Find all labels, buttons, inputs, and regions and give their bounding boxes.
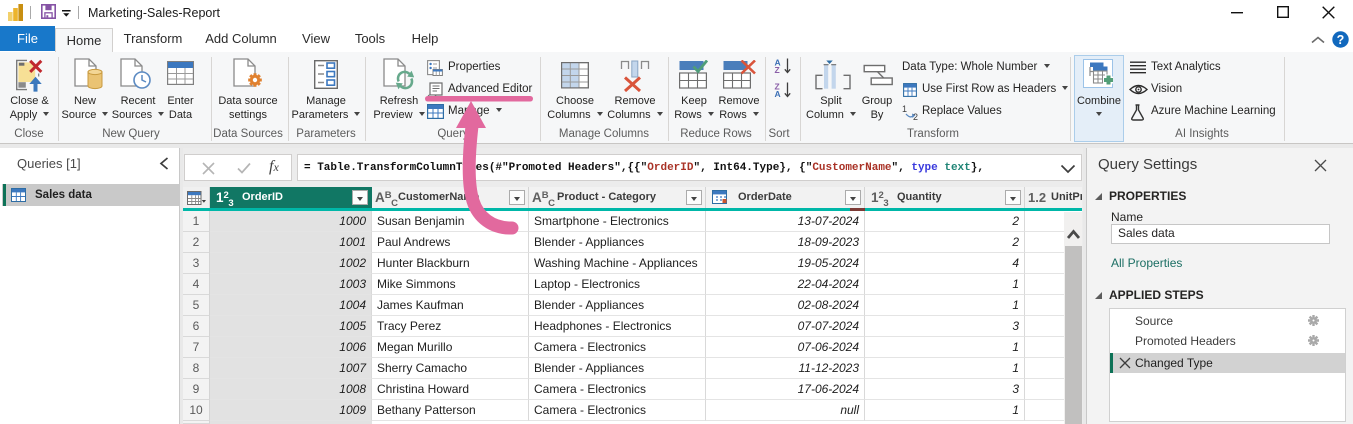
svg-text:?: ? bbox=[1337, 33, 1345, 47]
svg-text:A: A bbox=[775, 89, 781, 99]
svg-text:1: 1 bbox=[902, 105, 907, 114]
svg-text:Z: Z bbox=[775, 65, 780, 75]
svg-text:2: 2 bbox=[913, 112, 918, 120]
